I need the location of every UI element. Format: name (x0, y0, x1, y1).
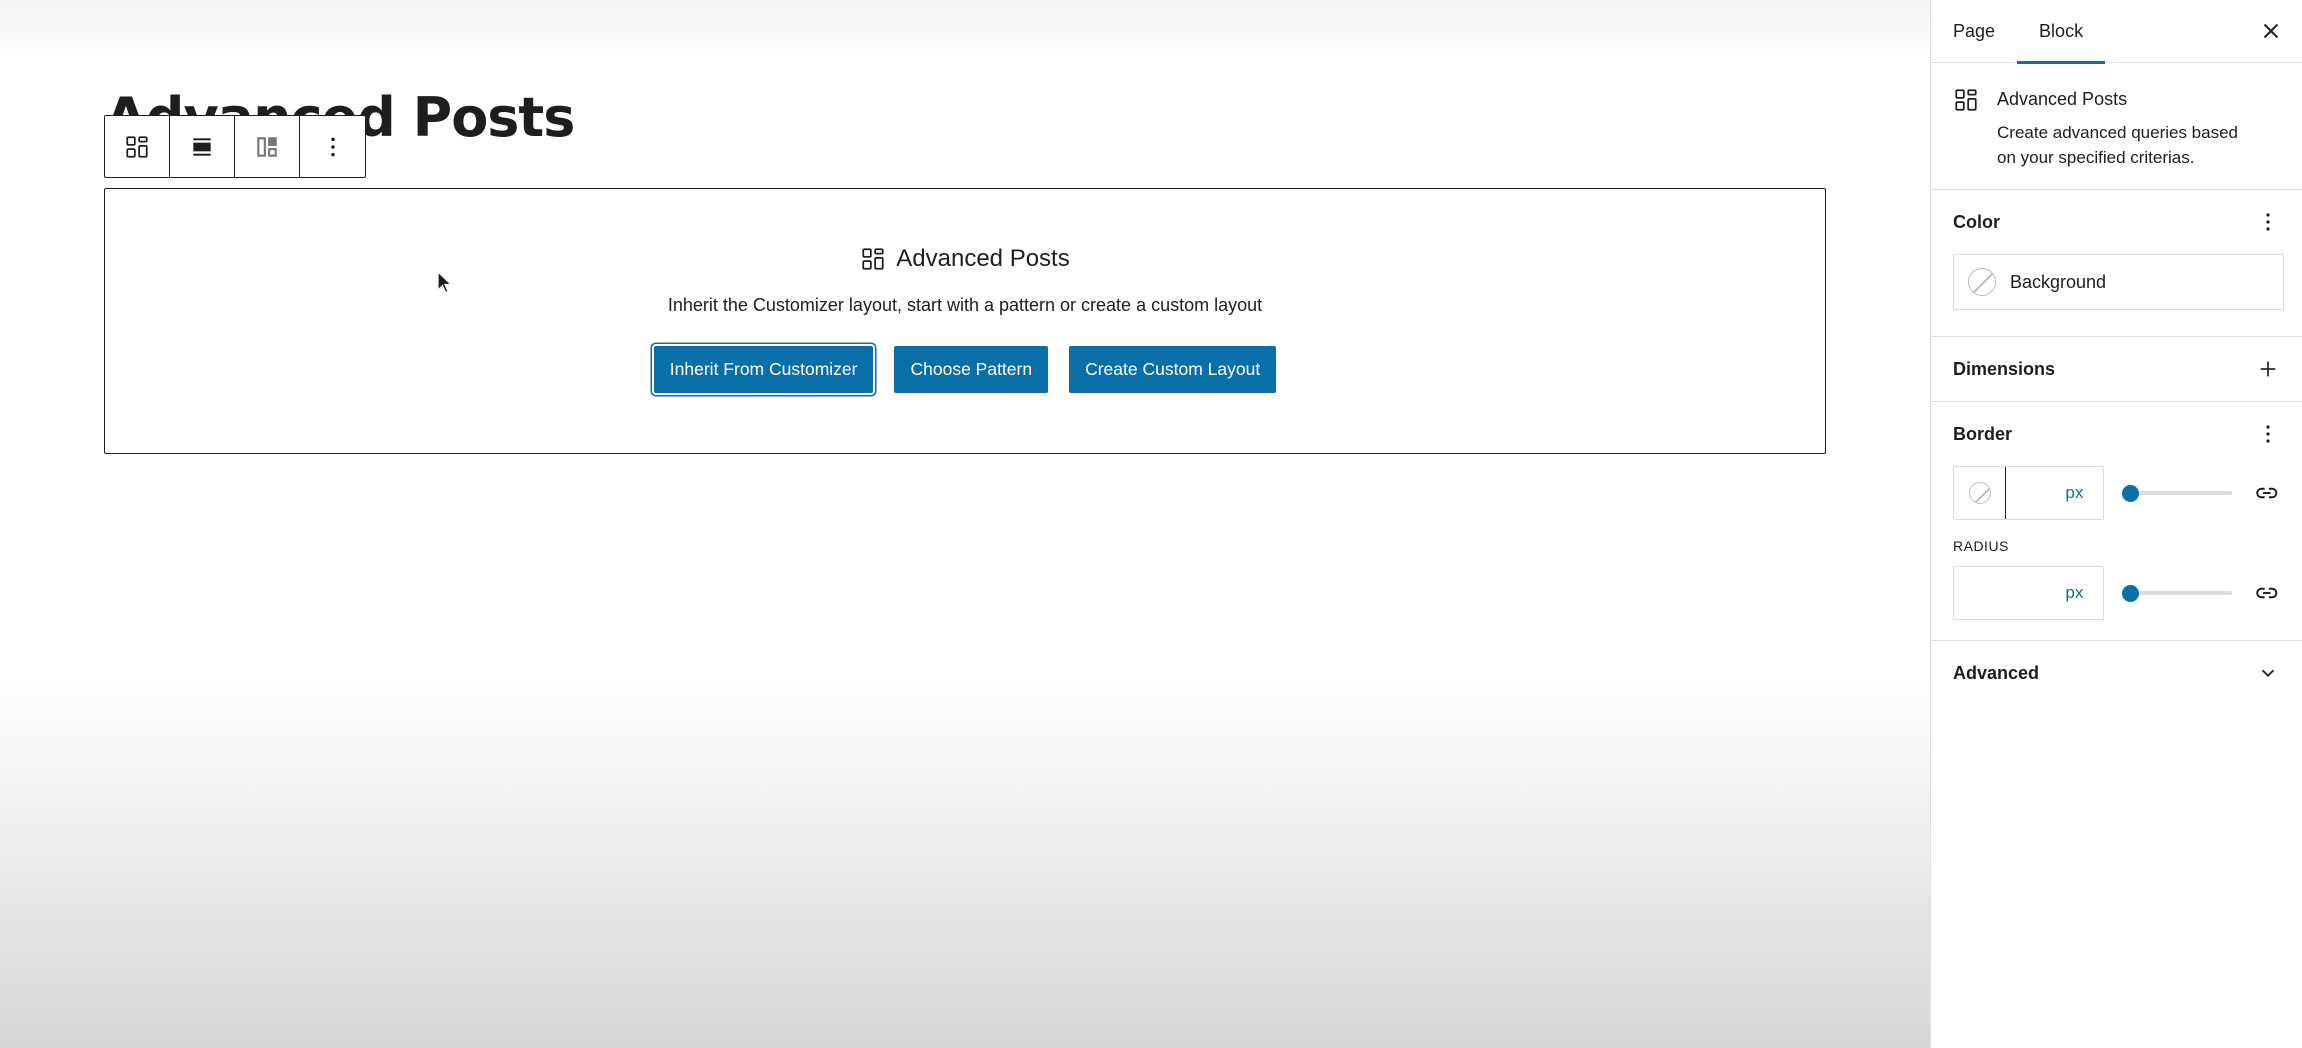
slider-thumb[interactable] (2122, 484, 2140, 502)
background-color-item[interactable]: Background (1953, 254, 2284, 310)
placeholder-title: Advanced Posts (896, 245, 1070, 272)
color-panel-title: Color (1953, 211, 2000, 232)
advanced-panel-title: Advanced (1953, 662, 2040, 683)
border-panel-title: Border (1953, 423, 2013, 444)
block-toolbar (104, 115, 366, 178)
border-radius-input[interactable]: px (1953, 566, 2105, 620)
border-panel: Border px RADIUS px (1931, 402, 2302, 641)
block-type-button[interactable] (105, 116, 170, 177)
slider-track (2124, 491, 2233, 495)
empty-swatch-icon (1968, 268, 1996, 296)
color-panel: Color Background (1931, 190, 2302, 337)
create-custom-layout-button[interactable]: Create Custom Layout (1069, 346, 1277, 393)
block-card: Advanced Posts Create advanced queries b… (1931, 63, 2302, 190)
placeholder-header: Advanced Posts (860, 245, 1070, 273)
sidebar-tabs: Page Block (1931, 0, 2302, 64)
background-color-label: Background (2010, 271, 2107, 292)
border-width-slider[interactable] (2122, 483, 2233, 503)
advanced-posts-icon (862, 248, 884, 270)
close-icon[interactable] (2258, 18, 2284, 44)
layout-button[interactable] (235, 116, 300, 177)
dimensions-add-button[interactable] (2256, 357, 2280, 381)
settings-sidebar: Page Block Advanced Posts Create advance… (1930, 0, 2302, 1048)
border-radius-unit[interactable]: px (2065, 583, 2083, 603)
border-radius-slider[interactable] (2122, 583, 2233, 603)
tab-page[interactable]: Page (1931, 0, 2017, 62)
advanced-posts-icon (1955, 89, 1977, 111)
block-card-description: Create advanced queries based on your sp… (1997, 123, 2238, 167)
inherit-from-customizer-button[interactable]: Inherit From Customizer (653, 346, 874, 393)
color-options-button[interactable] (2256, 210, 2280, 234)
layout-icon (257, 136, 277, 157)
choose-pattern-button[interactable]: Choose Pattern (894, 346, 1049, 393)
slider-track (2124, 591, 2233, 595)
align-button[interactable] (170, 116, 235, 177)
link-icon[interactable] (2254, 480, 2280, 506)
slider-thumb[interactable] (2122, 584, 2140, 602)
link-icon[interactable] (2254, 580, 2280, 606)
border-width-unit[interactable]: px (2065, 483, 2083, 503)
dimensions-panel-title: Dimensions (1953, 358, 2056, 379)
editor-canvas: Advanced Posts (0, 0, 1930, 1048)
advanced-toggle[interactable] (2256, 661, 2280, 685)
placeholder-actions: Inherit From Customizer Choose Pattern C… (653, 346, 1277, 393)
border-width-row: px (1931, 466, 2302, 520)
advanced-posts-icon (126, 135, 148, 158)
border-width-input[interactable]: px (1953, 466, 2105, 520)
chevron-down-icon (2261, 669, 2275, 678)
more-options-button[interactable] (300, 116, 365, 177)
placeholder-description: Inherit the Customizer layout, start wit… (667, 295, 1263, 315)
more-options-icon (330, 137, 335, 156)
mouse-cursor-icon (437, 271, 453, 294)
border-color-button[interactable] (1954, 467, 2006, 519)
block-card-title: Advanced Posts (1997, 89, 2128, 109)
empty-swatch-icon (1968, 482, 1991, 504)
dimensions-panel: Dimensions (1931, 337, 2302, 402)
more-options-icon (2266, 425, 2270, 443)
advanced-posts-placeholder[interactable]: Advanced Posts Inherit the Customizer la… (104, 188, 1826, 454)
more-options-icon (2266, 213, 2270, 231)
radius-label: RADIUS (1953, 538, 2009, 554)
advanced-panel[interactable]: Advanced (1931, 641, 2302, 705)
plus-icon (2260, 361, 2276, 377)
border-radius-row: px (1931, 566, 2302, 620)
tab-block[interactable]: Block (2017, 0, 2106, 64)
border-options-button[interactable] (2256, 422, 2280, 446)
align-icon (193, 137, 211, 156)
